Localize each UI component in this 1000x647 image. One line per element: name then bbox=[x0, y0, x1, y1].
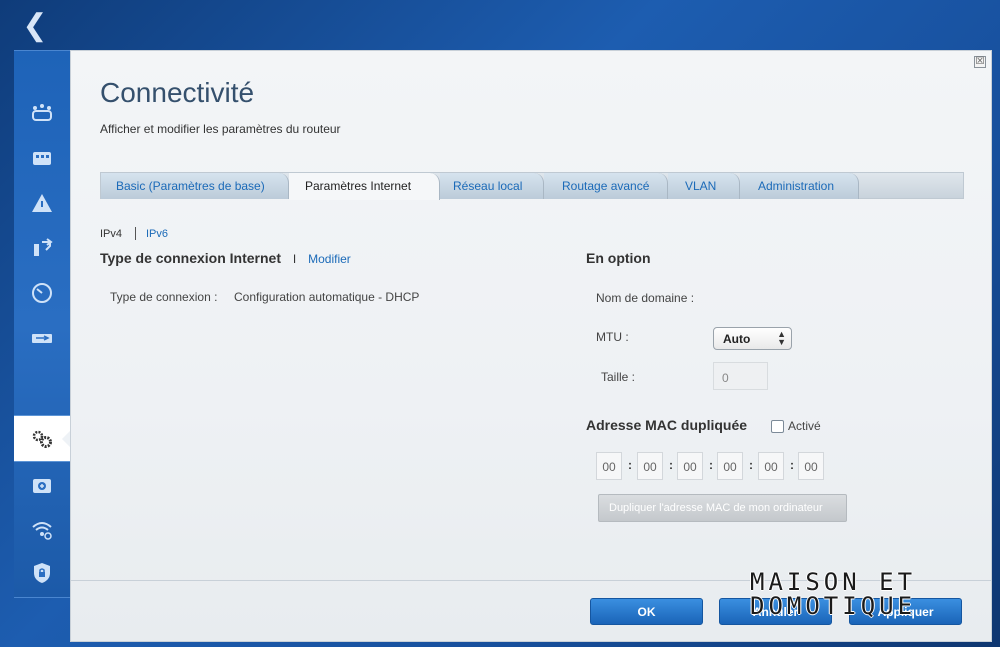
sidebar-item-storage[interactable] bbox=[14, 316, 70, 360]
tab-vlan[interactable]: VLAN bbox=[668, 173, 740, 199]
ipv4-toggle[interactable]: IPv4 bbox=[100, 228, 122, 240]
mac-separator: : bbox=[749, 458, 753, 472]
close-icon: ☒ bbox=[975, 56, 985, 67]
parental-controls-icon bbox=[32, 194, 52, 212]
mac-octet-input[interactable]: 00 bbox=[717, 452, 743, 480]
sidebar-item-parental[interactable] bbox=[14, 181, 70, 225]
tab-internet-settings[interactable]: Paramètres Internet bbox=[289, 173, 440, 200]
sidebar-item-speed[interactable] bbox=[14, 271, 70, 315]
tab-local-network[interactable]: Réseau local bbox=[440, 173, 544, 199]
watermark-logo: MAISON ET DOMOTIQUE bbox=[750, 568, 960, 620]
ok-button[interactable]: OK bbox=[590, 598, 703, 625]
tab-administration[interactable]: Administration bbox=[740, 173, 859, 199]
mac-separator: : bbox=[709, 458, 713, 472]
sidebar-item-security[interactable] bbox=[14, 551, 70, 595]
sidebar-item-network-map[interactable] bbox=[14, 92, 70, 136]
watermark-line-2: DOMOTIQUE bbox=[750, 592, 917, 620]
sidebar-item-devices[interactable] bbox=[14, 136, 70, 180]
page-subtitle: Afficher et modifier les paramètres du r… bbox=[100, 122, 341, 136]
mac-clone-heading: Adresse MAC dupliquée bbox=[586, 417, 748, 433]
connectivity-dialog: ☒ Connectivité Afficher et modifier les … bbox=[70, 50, 992, 642]
mac-octet-input[interactable]: 00 bbox=[798, 452, 824, 480]
mac-separator: : bbox=[790, 458, 794, 472]
select-arrows-icon: ▲ ▼ bbox=[777, 329, 786, 347]
ipv6-toggle[interactable]: IPv6 bbox=[146, 228, 168, 240]
chevron-left-icon: ❮ bbox=[22, 8, 48, 42]
connectivity-gear-icon bbox=[32, 430, 52, 448]
mac-octet-input[interactable]: 00 bbox=[637, 452, 663, 480]
size-label: Taille : bbox=[601, 370, 636, 384]
mac-octet-input[interactable]: 00 bbox=[596, 452, 622, 480]
page-title: Connectivité bbox=[100, 77, 255, 108]
optional-heading: En option bbox=[586, 250, 651, 266]
speed-test-icon bbox=[32, 283, 52, 303]
sidebar-item-wireless[interactable] bbox=[14, 507, 70, 551]
wireless-icon bbox=[32, 522, 52, 540]
mac-clone-enabled-label: Activé bbox=[788, 419, 821, 433]
mac-octet-input[interactable]: 00 bbox=[677, 452, 703, 480]
back-button[interactable]: ❮ bbox=[0, 0, 70, 50]
clone-mac-button[interactable]: Dupliquer l'adresse MAC de mon ordinateu… bbox=[598, 494, 847, 522]
heading-separator: I bbox=[292, 252, 297, 266]
sidebar-divider bbox=[14, 461, 70, 462]
connection-type-label: Type de connexion : bbox=[110, 290, 218, 304]
media-prioritization-icon bbox=[34, 238, 53, 256]
modify-link[interactable]: Modifier bbox=[308, 252, 351, 266]
tab-advanced-routing[interactable]: Routage avancé bbox=[544, 173, 668, 199]
connection-type-heading: Type de connexion Internet I Modifier bbox=[100, 250, 351, 266]
mac-separator: : bbox=[669, 458, 673, 472]
tab-bar: Basic (Paramètres de base) Paramètres In… bbox=[100, 172, 964, 200]
mtu-select[interactable]: Auto ▲ ▼ bbox=[713, 327, 792, 350]
sidebar-item-troubleshooting[interactable] bbox=[14, 463, 70, 507]
sidebar: ❮ bbox=[0, 0, 70, 647]
active-caret bbox=[62, 431, 70, 447]
connection-type-value: Configuration automatique - DHCP bbox=[234, 290, 420, 304]
mtu-label: MTU : bbox=[596, 330, 629, 344]
mac-separator: : bbox=[628, 458, 632, 472]
ip-toggle-separator bbox=[135, 227, 136, 240]
mac-clone-checkbox[interactable] bbox=[771, 420, 784, 433]
network-map-icon bbox=[32, 104, 52, 121]
troubleshooting-icon bbox=[33, 479, 51, 493]
mac-octet-input[interactable]: 00 bbox=[758, 452, 784, 480]
tab-basic[interactable]: Basic (Paramètres de base) bbox=[101, 173, 289, 199]
domain-name-label: Nom de domaine : bbox=[596, 291, 695, 305]
sidebar-item-media[interactable] bbox=[14, 226, 70, 270]
mtu-size-input[interactable]: 0 bbox=[713, 362, 768, 390]
external-storage-icon bbox=[32, 334, 52, 343]
device-list-icon bbox=[33, 152, 51, 165]
close-button[interactable]: ☒ bbox=[974, 56, 986, 68]
security-icon bbox=[34, 563, 50, 583]
